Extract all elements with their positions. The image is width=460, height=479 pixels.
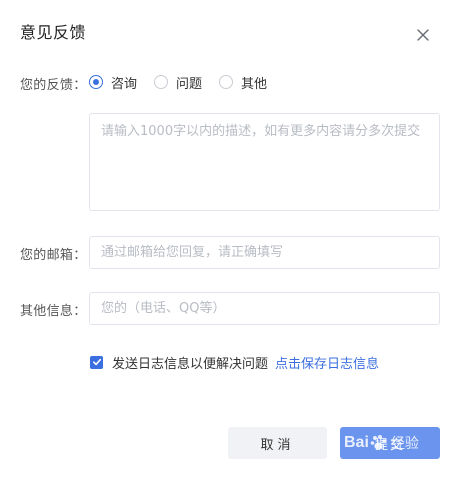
description-placeholder: 请输入1000字以内的描述，如有更多内容请分多次提交 <box>101 124 421 139</box>
radio-unchecked-icon <box>154 75 169 89</box>
radio-consult[interactable]: 咨询 <box>89 73 137 92</box>
other-info-label: 其他信息： <box>20 304 87 319</box>
email-label: 您的邮箱： <box>20 248 87 263</box>
radio-problem[interactable]: 问题 <box>154 73 202 92</box>
radio-checked-icon <box>89 75 103 89</box>
radio-unchecked-icon <box>219 75 234 89</box>
radio-other[interactable]: 其他 <box>219 73 267 92</box>
radio-problem-label: 问题 <box>176 76 203 92</box>
send-log-label: 发送日志信息以便解决问题 <box>112 356 269 372</box>
checkmark-icon <box>92 358 101 366</box>
other-info-placeholder: 您的（电话、QQ等） <box>101 301 226 316</box>
email-field[interactable]: 通过邮箱给您回复，请正确填写 <box>89 236 440 269</box>
other-info-field[interactable]: 您的（电话、QQ等） <box>89 292 440 325</box>
description-textarea[interactable]: 请输入1000字以内的描述，如有更多内容请分多次提交 <box>89 113 440 211</box>
feedback-type-radio-group: 咨询 问题 其他 <box>89 72 284 92</box>
save-log-link[interactable]: 点击保存日志信息 <box>275 353 379 372</box>
cancel-button[interactable]: 取消 <box>228 427 327 459</box>
email-placeholder: 通过邮箱给您回复，请正确填写 <box>101 245 284 260</box>
send-log-checkbox[interactable] <box>90 355 103 369</box>
dialog-title: 意见反馈 <box>20 23 87 42</box>
feedback-type-label: 您的反馈： <box>20 78 87 93</box>
radio-other-label: 其他 <box>241 76 268 92</box>
radio-consult-label: 咨询 <box>111 76 138 92</box>
close-button[interactable] <box>413 25 433 45</box>
submit-button[interactable]: 提交 <box>340 427 440 459</box>
close-icon <box>417 29 429 41</box>
send-log-row: 发送日志信息以便解决问题 点击保存日志信息 <box>90 352 379 372</box>
